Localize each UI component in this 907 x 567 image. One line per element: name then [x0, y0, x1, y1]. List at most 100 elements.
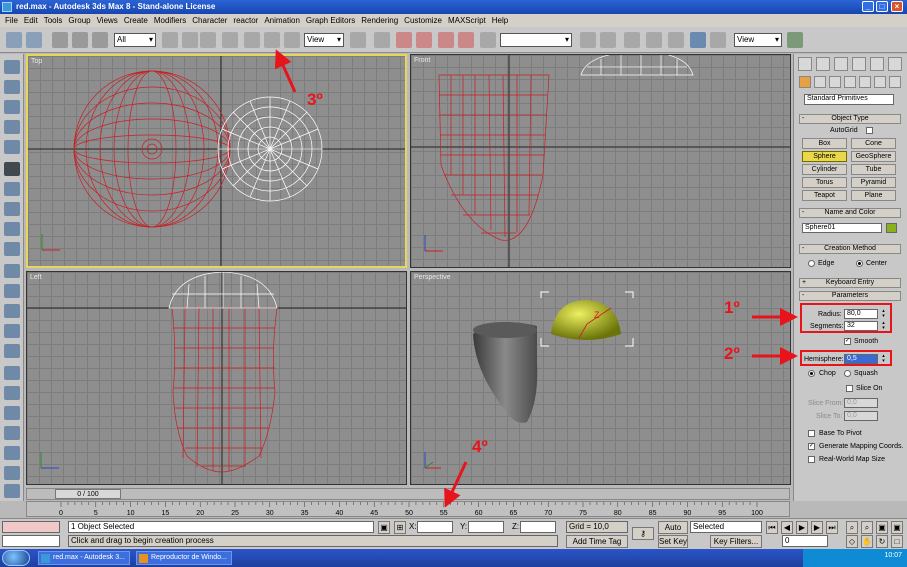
tool-icon-17[interactable] — [4, 386, 20, 400]
tool-icon-4[interactable] — [4, 120, 20, 134]
align-icon[interactable] — [600, 32, 616, 48]
pivot-center-icon[interactable] — [350, 32, 366, 48]
menu-group[interactable]: Group — [65, 16, 93, 25]
menu-create[interactable]: Create — [121, 16, 151, 25]
tool-icon-7[interactable] — [4, 182, 20, 196]
key-filters-button[interactable]: Key Filters... — [710, 535, 762, 548]
tool-icon-9[interactable] — [4, 222, 20, 236]
squash-radio[interactable] — [844, 370, 851, 377]
utilities-tab-icon[interactable] — [888, 57, 902, 71]
menu-file[interactable]: File — [2, 16, 21, 25]
smooth-checkbox[interactable]: ✓ — [844, 338, 851, 345]
selection-filter-dropdown[interactable]: All — [114, 33, 156, 47]
y-coordinate-field[interactable] — [468, 521, 504, 533]
rollout-name-and-color[interactable]: - Name and Color — [799, 208, 901, 218]
go-to-start-icon[interactable]: ⏮ — [766, 521, 778, 534]
torus-button[interactable]: Torus — [802, 177, 847, 188]
key-icon[interactable]: ⚷ — [632, 527, 654, 540]
systems-icon[interactable] — [889, 76, 901, 88]
real-world-map-size-checkbox[interactable] — [808, 456, 815, 463]
arc-rotate-icon[interactable]: ↻ — [876, 535, 888, 548]
tool-icon-6[interactable] — [4, 162, 20, 176]
teapot-button[interactable]: Teapot — [802, 190, 847, 201]
redo-icon[interactable] — [26, 32, 42, 48]
slice-to-field[interactable]: 0,0 — [844, 411, 878, 421]
base-to-pivot-checkbox[interactable] — [808, 430, 815, 437]
current-frame-field[interactable]: 0 — [782, 535, 828, 547]
spinner-snap-icon[interactable] — [458, 32, 474, 48]
maxscript-listener-mini[interactable] — [2, 521, 60, 533]
shapes-icon[interactable] — [814, 76, 826, 88]
rollout-keyboard-entry[interactable]: + Keyboard Entry — [799, 278, 901, 288]
quick-render-icon[interactable] — [787, 32, 803, 48]
tool-icon-18[interactable] — [4, 406, 20, 420]
pan-icon[interactable]: ✋ — [861, 535, 873, 548]
scale-icon[interactable] — [284, 32, 300, 48]
layer-manager-icon[interactable] — [624, 32, 640, 48]
slice-from-field[interactable]: 0,0 — [844, 398, 878, 408]
motion-tab-icon[interactable] — [852, 57, 866, 71]
curve-editor-icon[interactable] — [646, 32, 662, 48]
snap-toggle-icon[interactable] — [396, 32, 412, 48]
autogrid-checkbox[interactable] — [866, 127, 873, 134]
menu-reactor[interactable]: reactor — [230, 16, 261, 25]
named-selection-dropdown[interactable] — [500, 33, 572, 47]
hierarchy-tab-icon[interactable] — [834, 57, 848, 71]
select-by-name-icon[interactable] — [182, 32, 198, 48]
object-color-swatch[interactable] — [886, 223, 897, 233]
tool-icon-5[interactable] — [4, 140, 20, 154]
angle-snap-icon[interactable] — [416, 32, 432, 48]
task-media-player[interactable]: Reproductor de Windo... — [136, 551, 232, 565]
go-to-end-icon[interactable]: ⏭ — [826, 521, 838, 534]
display-tab-icon[interactable] — [870, 57, 884, 71]
mapping-coords-checkbox[interactable]: ✓ — [808, 443, 815, 450]
task-3dsmax[interactable]: red.max - Autodesk 3... — [38, 551, 130, 565]
cylinder-button[interactable]: Cylinder — [802, 164, 847, 175]
cone-button[interactable]: Cone — [851, 138, 896, 149]
trackbar[interactable]: 0 5 10 15 20 25 30 35 40 45 50 55 60 65 70 75 80 85 90 95 10… — [26, 501, 790, 517]
tube-button[interactable]: Tube — [851, 164, 896, 175]
zoom-extents-icon[interactable]: ▣ — [876, 521, 888, 534]
edit-named-selection-icon[interactable] — [480, 32, 496, 48]
lights-icon[interactable] — [829, 76, 841, 88]
cameras-icon[interactable] — [844, 76, 856, 88]
menu-customize[interactable]: Customize — [401, 16, 445, 25]
z-coordinate-field[interactable] — [520, 521, 556, 533]
rotate-icon[interactable] — [264, 32, 280, 48]
space-warps-icon[interactable] — [874, 76, 886, 88]
menu-edit[interactable]: Edit — [21, 16, 41, 25]
category-dropdown[interactable]: Standard Primitives — [804, 94, 894, 105]
menu-graph-editors[interactable]: Graph Editors — [303, 16, 358, 25]
render-scene-icon[interactable] — [710, 32, 726, 48]
schematic-view-icon[interactable] — [668, 32, 684, 48]
create-tab-icon[interactable] — [798, 57, 812, 71]
zoom-extents-all-icon[interactable]: ▣ — [891, 521, 903, 534]
absolute-mode-icon[interactable]: ⊞ — [394, 521, 406, 534]
object-name-field[interactable]: Sphere01 — [802, 223, 882, 233]
edge-radio[interactable] — [808, 260, 815, 267]
add-time-tag-button[interactable]: Add Time Tag — [566, 535, 628, 548]
select-manipulate-icon[interactable] — [374, 32, 390, 48]
pyramid-button[interactable]: Pyramid — [851, 177, 896, 188]
time-slider[interactable]: 0 / 100 — [26, 488, 790, 500]
chop-radio[interactable] — [808, 370, 815, 377]
modify-tab-icon[interactable] — [816, 57, 830, 71]
set-key-button[interactable]: Set Key — [658, 535, 688, 548]
tool-icon-3[interactable] — [4, 100, 20, 114]
tool-icon-12[interactable] — [4, 284, 20, 298]
select-link-icon[interactable] — [52, 32, 68, 48]
rollout-creation-method[interactable]: - Creation Method — [799, 244, 901, 254]
lock-selection-icon[interactable]: ▣ — [378, 521, 390, 534]
tool-icon-13[interactable] — [4, 304, 20, 318]
tool-icon-10[interactable] — [4, 242, 20, 256]
render-view-dropdown[interactable]: View — [734, 33, 782, 47]
menu-modifiers[interactable]: Modifiers — [151, 16, 189, 25]
menu-maxscript[interactable]: MAXScript — [445, 16, 489, 25]
next-frame-icon[interactable]: ▶ — [811, 521, 823, 534]
tool-icon-20[interactable] — [4, 446, 20, 460]
maximize-viewport-icon[interactable]: □ — [891, 535, 903, 548]
key-mode-dropdown[interactable]: Selected — [690, 521, 762, 533]
material-editor-icon[interactable] — [690, 32, 706, 48]
maximize-button[interactable]: □ — [876, 1, 888, 12]
maxscript-listener-mini-2[interactable] — [2, 535, 60, 547]
